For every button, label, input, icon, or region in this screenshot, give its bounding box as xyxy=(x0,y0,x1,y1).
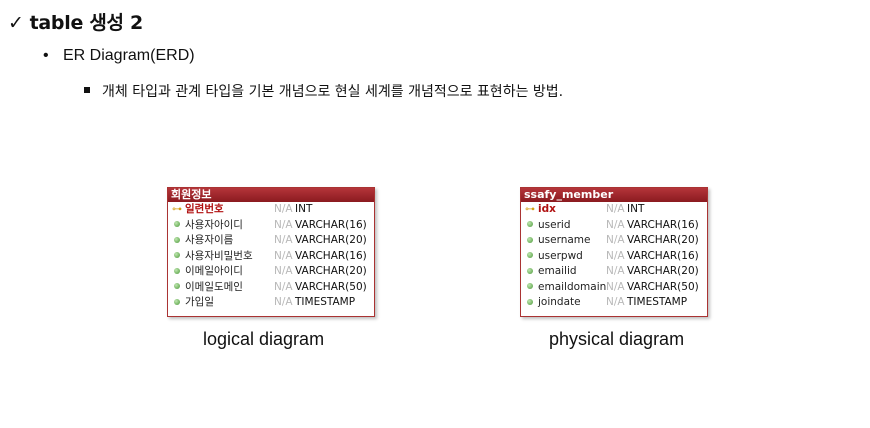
column-type: VARCHAR(20) xyxy=(627,234,699,246)
nullable-flag: N/A xyxy=(606,296,625,308)
nullable-flag: N/A xyxy=(274,249,293,262)
column-name: 일련번호 xyxy=(185,203,224,215)
logical-rows: ⊶ 일련번호 N/A INT 사용자아이디 N/A VARCHAR(16) 사용자이름 N/A V… xyxy=(168,202,374,311)
column-icon xyxy=(525,295,535,311)
column-icon xyxy=(525,233,535,249)
column-type: VARCHAR(20) xyxy=(295,234,367,246)
column-name: username xyxy=(538,234,591,246)
logical-caption: logical diagram xyxy=(203,329,325,349)
heading-title: table 생성 2 xyxy=(29,12,144,34)
nullable-flag: N/A xyxy=(274,280,293,293)
column-type: INT xyxy=(627,203,645,215)
logical-table-name: 회원정보 xyxy=(168,188,374,202)
physical-table-name: ssafy_member xyxy=(521,188,707,202)
column-icon xyxy=(172,249,182,265)
column-name: userpwd xyxy=(538,249,583,262)
nullable-flag: N/A xyxy=(274,218,293,231)
bullet-definition: 개체 타입과 관계 타입을 기본 개념으로 현실 세계를 개념적으로 표현하는 … xyxy=(84,81,563,101)
column-name: 이메일아이디 xyxy=(185,265,243,277)
slide-heading: ✓ table 생성 2 xyxy=(8,8,143,35)
column-icon xyxy=(172,295,182,311)
column-type: TIMESTAMP xyxy=(627,296,688,308)
column-name: 가입일 xyxy=(185,296,214,308)
column-icon xyxy=(525,280,535,296)
table-row: userpwd N/A VARCHAR(16) xyxy=(521,249,707,265)
table-row: username N/A VARCHAR(20) xyxy=(521,233,707,249)
column-name: 이메일도메인 xyxy=(185,280,243,293)
table-row: ⊶ idx N/A INT xyxy=(521,202,707,218)
column-name: 사용자이름 xyxy=(185,234,234,246)
bullet-dot-icon: • xyxy=(43,47,49,64)
nullable-flag: N/A xyxy=(606,218,625,231)
nullable-flag: N/A xyxy=(274,265,293,277)
table-row: 사용자이름 N/A VARCHAR(20) xyxy=(168,233,374,249)
table-row: 사용자아이디 N/A VARCHAR(16) xyxy=(168,218,374,234)
nullable-flag: N/A xyxy=(274,203,293,215)
square-bullet-icon xyxy=(84,87,90,93)
column-type: VARCHAR(20) xyxy=(295,265,367,277)
column-type: VARCHAR(16) xyxy=(295,218,367,231)
nullable-flag: N/A xyxy=(274,234,293,246)
table-row: emaildomain N/A VARCHAR(50) xyxy=(521,280,707,296)
logical-erd-table: 회원정보 ⊶ 일련번호 N/A INT 사용자아이디 N/A VARCHAR(16) 사용자이… xyxy=(167,187,375,317)
column-type: VARCHAR(16) xyxy=(627,249,699,262)
column-name: 사용자비밀번호 xyxy=(185,249,253,262)
nullable-flag: N/A xyxy=(606,249,625,262)
key-icon: ⊶ xyxy=(525,204,535,215)
table-row: ⊶ 일련번호 N/A INT xyxy=(168,202,374,218)
table-row: userid N/A VARCHAR(16) xyxy=(521,218,707,234)
table-row: joindate N/A TIMESTAMP xyxy=(521,295,707,311)
column-icon xyxy=(525,264,535,280)
column-name: emaildomain xyxy=(538,280,607,293)
table-row: 가입일 N/A TIMESTAMP xyxy=(168,295,374,311)
column-icon xyxy=(172,233,182,249)
key-icon: ⊶ xyxy=(172,204,182,215)
column-type: VARCHAR(50) xyxy=(295,280,367,293)
nullable-flag: N/A xyxy=(606,203,625,215)
table-row: 사용자비밀번호 N/A VARCHAR(16) xyxy=(168,249,374,265)
column-type: TIMESTAMP xyxy=(295,296,356,308)
column-type: VARCHAR(16) xyxy=(295,249,367,262)
column-icon xyxy=(172,218,182,234)
physical-caption: physical diagram xyxy=(549,329,685,349)
column-icon xyxy=(172,280,182,296)
table-row: emailid N/A VARCHAR(20) xyxy=(521,264,707,280)
column-icon xyxy=(172,264,182,280)
bullet-definition-text: 개체 타입과 관계 타입을 기본 개념으로 현실 세계를 개념적으로 표현하는 … xyxy=(102,84,564,100)
column-type: INT xyxy=(295,203,313,215)
column-type: VARCHAR(50) xyxy=(627,280,699,293)
column-name: userid xyxy=(538,218,571,231)
nullable-flag: N/A xyxy=(274,296,293,308)
column-name: emailid xyxy=(538,265,577,277)
table-row: 이메일아이디 N/A VARCHAR(20) xyxy=(168,264,374,280)
column-name: joindate xyxy=(538,296,581,308)
bullet-erd-text: ER Diagram(ERD) xyxy=(63,47,195,64)
column-type: VARCHAR(20) xyxy=(627,265,699,277)
physical-rows: ⊶ idx N/A INT userid N/A VARCHAR(16) username N/… xyxy=(521,202,707,311)
bullet-erd: • ER Diagram(ERD) xyxy=(43,47,195,65)
nullable-flag: N/A xyxy=(606,265,625,277)
column-name: 사용자아이디 xyxy=(185,218,243,231)
physical-erd-table: ssafy_member ⊶ idx N/A INT userid N/A VARCHAR(… xyxy=(520,187,708,317)
column-icon xyxy=(525,218,535,234)
checkmark-icon: ✓ xyxy=(8,12,24,34)
column-type: VARCHAR(16) xyxy=(627,218,699,231)
table-row: 이메일도메인 N/A VARCHAR(50) xyxy=(168,280,374,296)
nullable-flag: N/A xyxy=(606,280,625,293)
column-name: idx xyxy=(538,203,556,215)
nullable-flag: N/A xyxy=(606,234,625,246)
column-icon xyxy=(525,249,535,265)
